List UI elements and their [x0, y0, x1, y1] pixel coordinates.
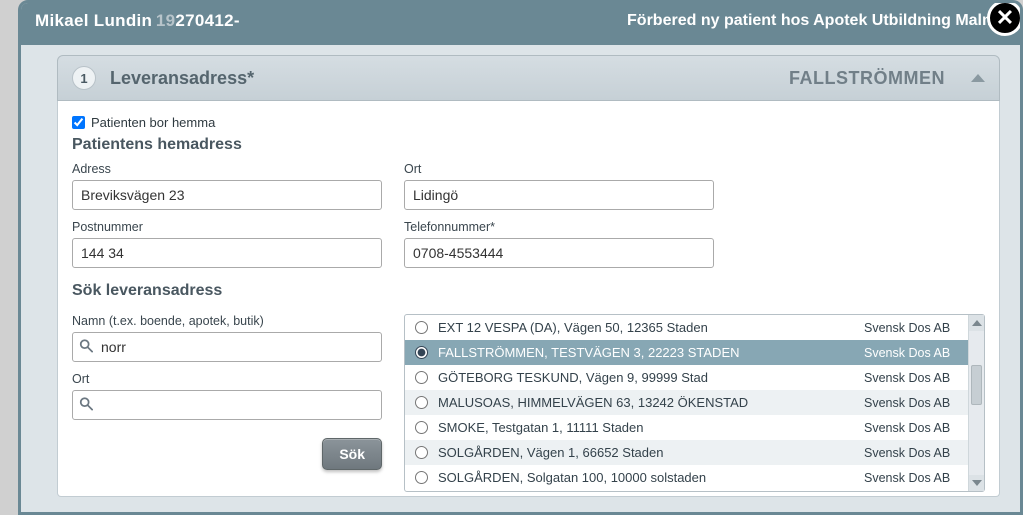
result-row[interactable]: MALUSOAS, HIMMELVÄGEN 63, 13242 ÖKENSTAD… [405, 390, 968, 415]
search-ort-input[interactable] [72, 390, 382, 420]
result-address: SMOKE, Testgatan 1, 11111 Staden [438, 420, 854, 435]
patient-lives-home-checkbox-row[interactable]: Patienten bor hemma [72, 115, 985, 130]
result-supplier: Svensk Dos AB [864, 321, 960, 335]
result-address: FALLSTRÖMMEN, TESTVÄGEN 3, 22223 STADEN [438, 345, 854, 360]
telefon-input[interactable] [404, 238, 714, 268]
accordion-header[interactable]: 1 Leveransadress* FALLSTRÖMMEN [57, 55, 1000, 101]
search-icon [79, 397, 93, 414]
home-address-heading: Patientens hemadress [72, 136, 985, 154]
chevron-up-icon [971, 74, 985, 82]
scroll-down-button[interactable] [969, 475, 984, 491]
search-ort-label: Ort [72, 372, 382, 386]
postnummer-label: Postnummer [72, 220, 382, 234]
result-row[interactable]: SOLGÅRDEN, Vägen 1, 66652 Staden Svensk D… [405, 440, 968, 465]
result-supplier: Svensk Dos AB [864, 471, 960, 485]
result-radio[interactable] [415, 471, 428, 484]
search-heading: Sök leveransadress [72, 282, 985, 300]
result-supplier: Svensk Dos AB [864, 396, 960, 410]
result-address: MALUSOAS, HIMMELVÄGEN 63, 13242 ÖKENSTAD [438, 395, 854, 410]
search-name-label: Namn (t.ex. boende, apotek, butik) [72, 314, 382, 328]
result-radio[interactable] [415, 396, 428, 409]
result-row[interactable]: FALLSTRÖMMEN, TESTVÄGEN 3, 22223 STADEN S… [405, 340, 968, 365]
result-address: SOLGÅRDEN, Solgatan 100, 10000 solstaden [438, 470, 854, 485]
step-selected-value: FALLSTRÖMMEN [789, 68, 945, 89]
result-radio[interactable] [415, 371, 428, 384]
ort-input[interactable] [404, 180, 714, 210]
result-row[interactable]: SOLGÅRDEN, Solgatan 100, 10000 solstaden… [405, 465, 968, 490]
result-supplier: Svensk Dos AB [864, 371, 960, 385]
scrollbar[interactable] [968, 315, 984, 491]
search-name-input[interactable] [72, 332, 382, 362]
search-button[interactable]: Sök [322, 438, 382, 470]
patient-name: Mikael Lundin [35, 11, 152, 30]
result-radio[interactable] [415, 346, 428, 359]
patient-lives-home-checkbox[interactable] [72, 116, 85, 129]
result-supplier: Svensk Dos AB [864, 421, 960, 435]
modal-header: Mikael Lundin 19270412- Förbered ny pati… [21, 3, 1020, 45]
result-radio[interactable] [415, 421, 428, 434]
result-row[interactable]: GÖTEBORG TESKUND, Vägen 9, 99999 Stad Sve… [405, 365, 968, 390]
results-list: EXT 12 VESPA (DA), Vägen 50, 12365 Stade… [404, 314, 985, 492]
modal-subtitle: Förbered ny patient hos Apotek Utbildnin… [627, 12, 1006, 30]
result-supplier: Svensk Dos AB [864, 446, 960, 460]
step-number: 1 [72, 66, 96, 90]
chevron-up-icon [972, 320, 982, 326]
result-row[interactable]: EXT 12 VESPA (DA), Vägen 50, 12365 Stade… [405, 315, 968, 340]
adress-label: Adress [72, 162, 382, 176]
close-icon: ✕ [996, 5, 1014, 31]
adress-input[interactable] [72, 180, 382, 210]
telefon-label: Telefonnummer* [404, 220, 714, 234]
accordion-panel: Patienten bor hemma Patientens hemadress… [57, 101, 1000, 497]
result-address: GÖTEBORG TESKUND, Vägen 9, 99999 Stad [438, 370, 854, 385]
result-radio[interactable] [415, 321, 428, 334]
patient-pnr-rest: 270412- [175, 11, 240, 30]
result-supplier: Svensk Dos AB [864, 346, 960, 360]
chevron-down-icon [972, 480, 982, 486]
ort-label: Ort [404, 162, 714, 176]
close-button[interactable]: ✕ [987, 0, 1023, 36]
scroll-up-button[interactable] [969, 315, 984, 331]
postnummer-input[interactable] [72, 238, 382, 268]
result-address: SOLGÅRDEN, Vägen 1, 66652 Staden [438, 445, 854, 460]
patient-pnr-prefix: 19 [156, 11, 176, 30]
result-address: EXT 12 VESPA (DA), Vägen 50, 12365 Stade… [438, 320, 854, 335]
result-row[interactable]: SMOKE, Testgatan 1, 11111 Staden Svensk D… [405, 415, 968, 440]
search-icon [79, 339, 93, 356]
step-title: Leveransadress* [110, 68, 254, 89]
scroll-thumb[interactable] [971, 365, 982, 405]
modal-dialog: ✕ Mikael Lundin 19270412- Förbered ny pa… [18, 0, 1023, 515]
result-radio[interactable] [415, 446, 428, 459]
patient-lives-home-label: Patienten bor hemma [91, 115, 215, 130]
